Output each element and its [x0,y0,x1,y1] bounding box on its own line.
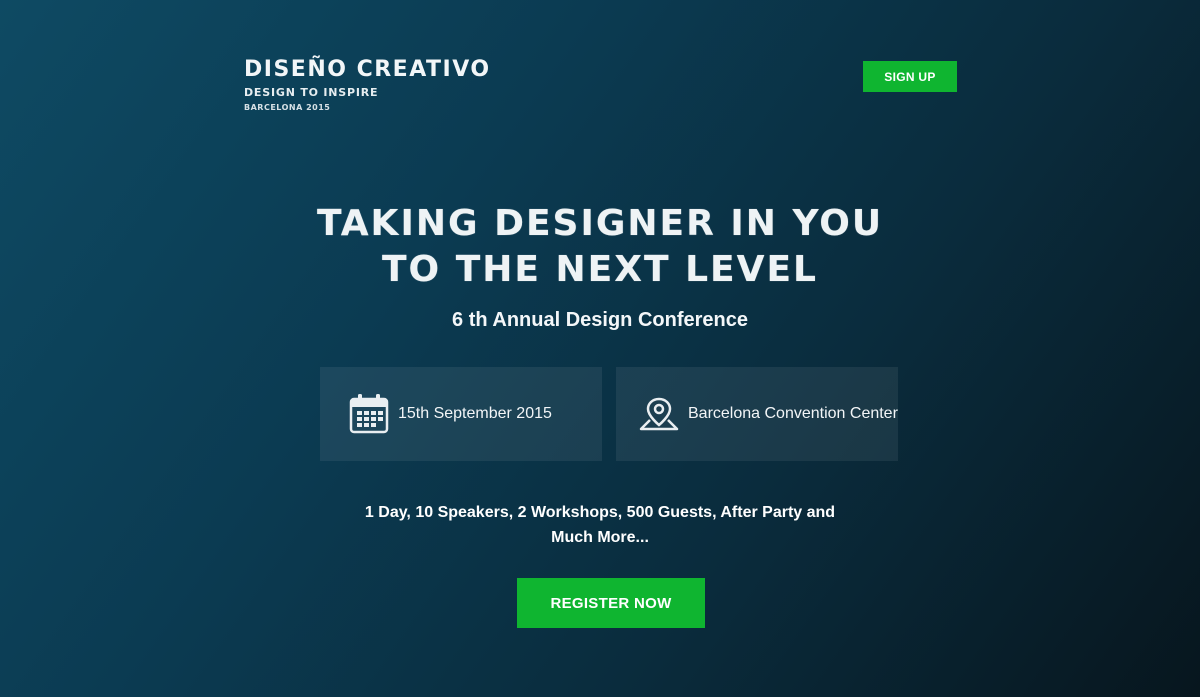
event-venue-box: Barcelona Convention Center [616,367,898,461]
highlights-line-2: Much More... [551,529,649,546]
event-highlights: 1 Day, 10 Speakers, 2 Workshops, 500 Gue… [0,500,1200,550]
brand-logo[interactable]: DISEÑO CREATIVO DESIGN TO INSPIRE BARCEL… [244,57,491,113]
event-date-box: 15th September 2015 [320,367,602,461]
brand-event: BARCELONA 2015 [244,103,331,112]
hero-headline: TAKING DESIGNER IN YOU TO THE NEXT LEVEL [0,201,1200,293]
highlights-line-1: 1 Day, 10 Speakers, 2 Workshops, 500 Gue… [364,504,836,521]
register-now-button[interactable]: REGISTER NOW [517,578,705,628]
headline-line-2: TO THE NEXT LEVEL [382,249,818,290]
map-pin-icon [638,396,680,432]
sign-up-button[interactable]: SIGN UP [863,61,957,92]
event-venue: Barcelona Convention Center [688,405,898,422]
brand-tagline: DESIGN TO INSPIRE [244,86,379,99]
hero-subheadline: 6 th Annual Design Conference [452,309,748,331]
brand-title: DISEÑO CREATIVO [244,57,491,82]
calendar-icon [348,393,390,435]
headline-line-1: TAKING DESIGNER IN YOU [316,203,884,244]
event-date: 15th September 2015 [398,405,552,422]
